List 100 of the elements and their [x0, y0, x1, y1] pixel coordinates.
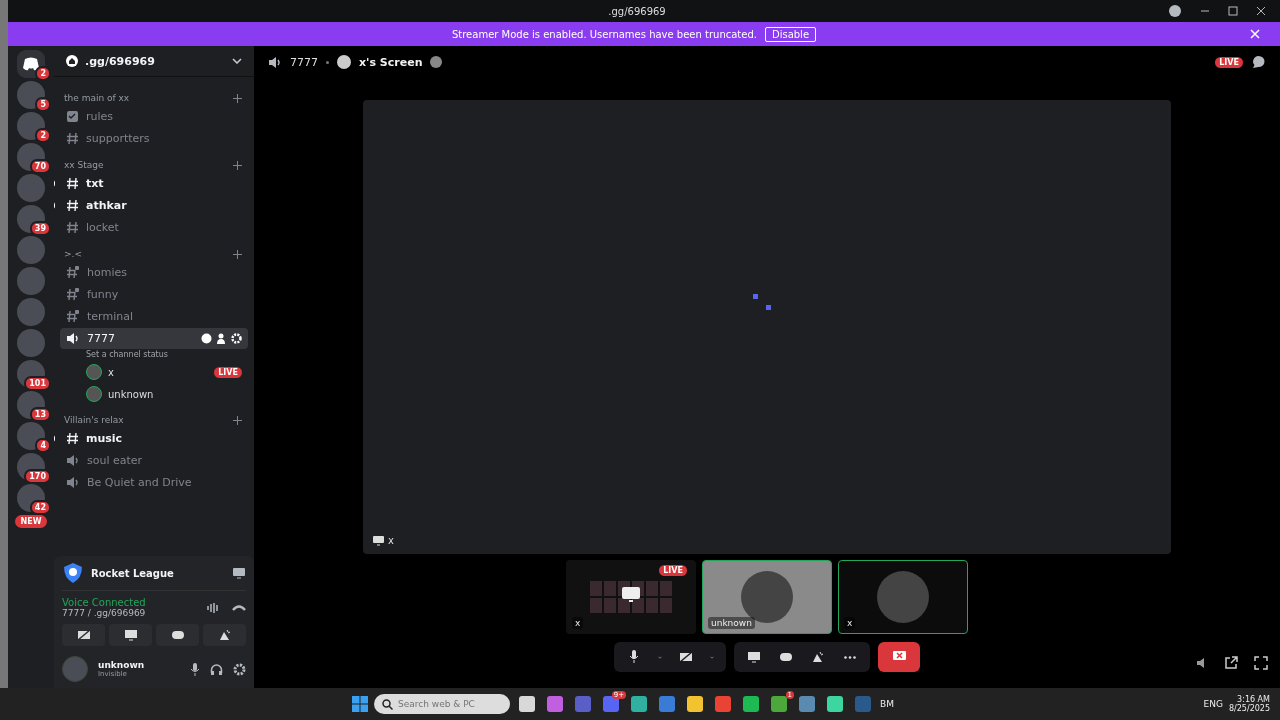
- unread-badge: 4: [35, 438, 51, 453]
- tile-label: unknown: [708, 617, 755, 629]
- voice-status: Voice Connected: [62, 597, 147, 608]
- channel-name: athkar: [86, 199, 128, 212]
- hash-icon: [66, 199, 79, 212]
- server-header[interactable]: .gg/696969: [54, 46, 254, 77]
- hang-up-icon[interactable]: [232, 602, 246, 613]
- hash-icon: [66, 177, 79, 190]
- avatar-circle: [877, 571, 929, 623]
- chevron-icon: [232, 58, 242, 64]
- hash-icon: [66, 432, 79, 445]
- fullscreen-icon[interactable]: [1254, 656, 1268, 670]
- channel-item[interactable]: soul eater: [60, 450, 248, 471]
- locked-hash-icon: [66, 310, 80, 323]
- category-header[interactable]: Villain's relax: [64, 415, 124, 425]
- unread-badge: 101: [24, 376, 51, 391]
- live-badge: LIVE: [214, 366, 242, 378]
- screen-share-icon[interactable]: [232, 567, 246, 579]
- tile-label: x: [844, 617, 856, 629]
- pop-out-icon[interactable]: [1224, 656, 1238, 670]
- member-name[interactable]: x: [108, 366, 209, 378]
- channel-item[interactable]: supportters: [60, 128, 248, 149]
- rules-icon: [66, 110, 79, 123]
- chat-bubble-icon[interactable]: [201, 333, 212, 344]
- soundboard-button[interactable]: [203, 624, 246, 646]
- stream-tile[interactable]: LIVE x: [566, 560, 696, 634]
- channel-name: 7777: [290, 55, 318, 69]
- channel-item[interactable]: homies: [60, 262, 248, 283]
- avatar-circle: [430, 56, 443, 68]
- unread-badge: 5: [35, 97, 51, 112]
- channel-item[interactable]: rules: [60, 106, 248, 127]
- clock-time: 3:16 AM: [1237, 695, 1270, 704]
- category-header[interactable]: >.<: [64, 249, 82, 259]
- game-name: Rocket League: [91, 567, 175, 579]
- screen-share-button[interactable]: [109, 624, 152, 646]
- maximize-icon[interactable]: [1228, 6, 1238, 16]
- server-icon[interactable]: [17, 112, 45, 140]
- channel-name: locket: [86, 221, 120, 234]
- channel-item[interactable]: locket: [60, 217, 248, 238]
- channel-name: txt: [86, 177, 105, 190]
- new-badge: NEW: [14, 515, 48, 528]
- windows-start-icon[interactable]: [352, 696, 368, 712]
- home-icon[interactable]: [17, 50, 45, 78]
- headphones-icon[interactable]: [210, 662, 223, 676]
- plus-icon[interactable]: [233, 415, 242, 425]
- disable-button[interactable]: Disable: [764, 26, 817, 42]
- channel-item[interactable]: athkar: [60, 195, 248, 216]
- channel-item[interactable]: music: [60, 428, 248, 449]
- category-header[interactable]: the main of xx: [64, 93, 130, 103]
- sound-wave-icon[interactable]: [206, 601, 220, 614]
- camera-off-button[interactable]: [62, 624, 105, 646]
- server-icon[interactable]: [17, 81, 45, 109]
- loading-indicator: [752, 293, 772, 311]
- stream-view[interactable]: x: [363, 100, 1171, 554]
- avatar-circle: [337, 55, 351, 69]
- avatar-circle: [86, 364, 102, 380]
- app-label[interactable]: BM: [880, 699, 894, 709]
- channel-item[interactable]: terminal: [60, 306, 248, 327]
- channel-status[interactable]: Set a channel status: [60, 350, 248, 361]
- screen-close-icon: [892, 651, 906, 663]
- channel-item[interactable]: funny: [60, 284, 248, 305]
- gamepad-icon: [779, 652, 793, 662]
- more-icon: [844, 655, 856, 659]
- server-name: .gg/696969: [85, 54, 156, 68]
- language-indicator[interactable]: ENG: [1203, 699, 1223, 709]
- unread-badge: 170: [24, 469, 51, 484]
- unread-badge: 39: [29, 221, 51, 236]
- plus-icon[interactable]: [233, 93, 242, 103]
- close-icon[interactable]: [1256, 6, 1266, 16]
- camera-off-icon: [76, 629, 91, 641]
- camera-off-icon: [679, 651, 693, 663]
- server-icon[interactable]: [17, 422, 45, 450]
- plus-icon[interactable]: [233, 160, 242, 170]
- locked-hash-icon: [66, 288, 80, 301]
- user-tile[interactable]: x: [838, 560, 968, 634]
- unread-badge: 2: [35, 128, 51, 143]
- channel-item[interactable]: txt: [60, 173, 248, 194]
- user-name: unknown: [98, 660, 146, 670]
- member-name[interactable]: unknown: [108, 388, 242, 400]
- settings-icon[interactable]: [233, 662, 246, 676]
- plus-icon[interactable]: [233, 249, 242, 259]
- channel-item[interactable]: Be Quiet and Drive: [60, 472, 248, 493]
- soundboard-icon: [811, 651, 825, 663]
- locked-hash-icon: [66, 266, 80, 279]
- window-title: .gg/696969: [608, 5, 666, 17]
- voice-location[interactable]: 7777 / .gg/696969: [62, 608, 194, 618]
- search-field[interactable]: Search web & PC: [374, 694, 510, 714]
- gamepad-button[interactable]: [156, 624, 199, 646]
- channel-item[interactable]: 7777: [60, 328, 248, 349]
- microphone-icon[interactable]: [190, 662, 200, 676]
- stream-label: x: [373, 535, 394, 546]
- add-person-icon[interactable]: [216, 333, 227, 344]
- user-tile[interactable]: unknown: [702, 560, 832, 634]
- live-badge: LIVE: [659, 565, 687, 576]
- speaker-icon: [66, 332, 80, 345]
- stream-title: x's Screen: [359, 55, 423, 69]
- category-header[interactable]: xx Stage: [64, 160, 104, 170]
- speaker-icon: [268, 55, 282, 69]
- stop-stream-button[interactable]: [878, 642, 920, 672]
- chat-bubble-icon[interactable]: [1251, 55, 1266, 69]
